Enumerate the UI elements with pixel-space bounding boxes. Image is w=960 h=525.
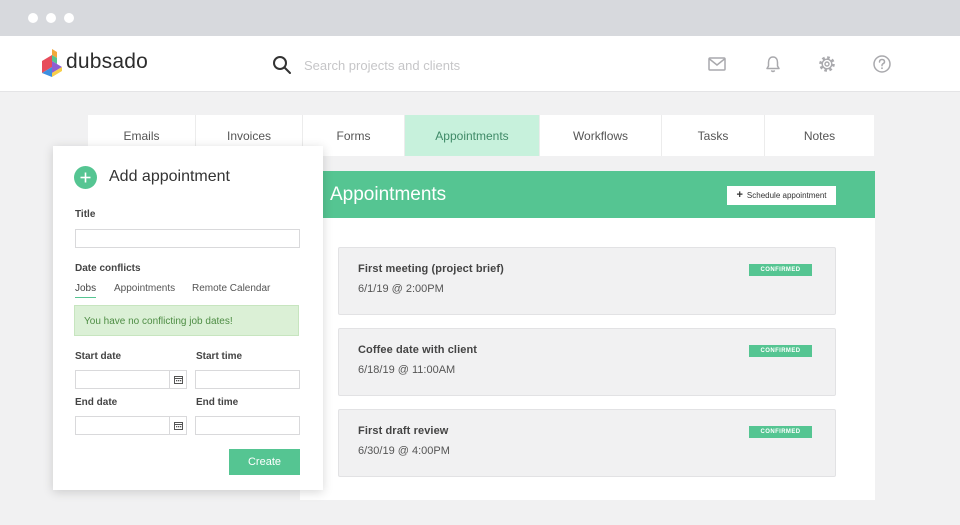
schedule-appointment-label: Schedule appointment [746,191,827,200]
plus-icon [80,172,91,183]
appointment-date: 6/18/19 @ 11:00AM [358,364,456,376]
create-button[interactable]: Create [229,449,300,475]
search-icon[interactable] [272,55,292,75]
tab-appointments[interactable]: Appointments [405,115,540,156]
plus-icon: + [736,189,743,201]
end-time-input[interactable] [195,416,300,435]
tab-notes[interactable]: Notes [765,115,874,156]
help-icon[interactable] [872,54,892,74]
tab-tasks[interactable]: Tasks [662,115,765,156]
appointment-card[interactable]: First meeting (project brief) 6/1/19 @ 2… [338,247,836,315]
app-header: dubsado [0,36,960,92]
calendar-icon [173,376,183,384]
appointments-panel: Appointments + Schedule appointment Firs… [300,171,875,500]
end-date-calendar-button[interactable] [169,416,187,435]
conflict-tab-appointments[interactable]: Appointments [114,283,175,294]
add-appointment-modal: Add appointment Title Date conflicts Job… [53,146,323,490]
conflict-tab-remote-calendar[interactable]: Remote Calendar [192,283,270,294]
start-time-input[interactable] [195,370,300,389]
window-dot-minimize[interactable] [46,13,56,23]
app-name[interactable]: dubsado [66,50,148,74]
schedule-appointment-button[interactable]: + Schedule appointment [727,186,836,205]
search-input[interactable] [304,54,604,76]
end-date-input[interactable] [75,416,170,435]
appointment-title: First draft review [358,425,449,437]
conflict-tab-jobs[interactable]: Jobs [75,283,97,298]
bell-icon[interactable] [763,54,783,74]
page-title: Appointments [330,184,447,205]
calendar-icon [173,422,183,430]
appointment-title: First meeting (project brief) [358,263,504,275]
appointment-date: 6/1/19 @ 2:00PM [358,283,444,295]
start-date-input[interactable] [75,370,170,389]
tab-workflows[interactable]: Workflows [540,115,662,156]
status-badge: CONFIRMED [749,264,812,276]
dubsado-logo-icon[interactable] [42,49,62,77]
end-time-label: End time [196,397,239,408]
window-dot-close[interactable] [28,13,38,23]
modal-title: Add appointment [109,168,230,185]
window-dot-maximize[interactable] [64,13,74,23]
title-input[interactable] [75,229,300,248]
appointment-date: 6/30/19 @ 4:00PM [358,445,450,457]
window-titlebar [0,0,960,36]
status-badge: CONFIRMED [749,426,812,438]
appointments-banner: Appointments + Schedule appointment [300,171,875,218]
status-badge: CONFIRMED [749,345,812,357]
start-time-label: Start time [196,351,243,362]
start-date-calendar-button[interactable] [169,370,187,389]
title-label: Title [75,209,96,220]
date-conflicts-label: Date conflicts [75,263,141,274]
gear-icon[interactable] [817,54,837,74]
appointment-card[interactable]: Coffee date with client 6/18/19 @ 11:00A… [338,328,836,396]
add-appointment-icon [74,166,97,189]
appointment-card[interactable]: First draft review 6/30/19 @ 4:00PM CONF… [338,409,836,477]
mail-icon[interactable] [707,54,727,74]
start-date-label: Start date [75,351,122,362]
appointment-title: Coffee date with client [358,344,478,356]
end-date-label: End date [75,397,118,408]
conflict-notice: You have no conflicting job dates! [74,305,299,336]
